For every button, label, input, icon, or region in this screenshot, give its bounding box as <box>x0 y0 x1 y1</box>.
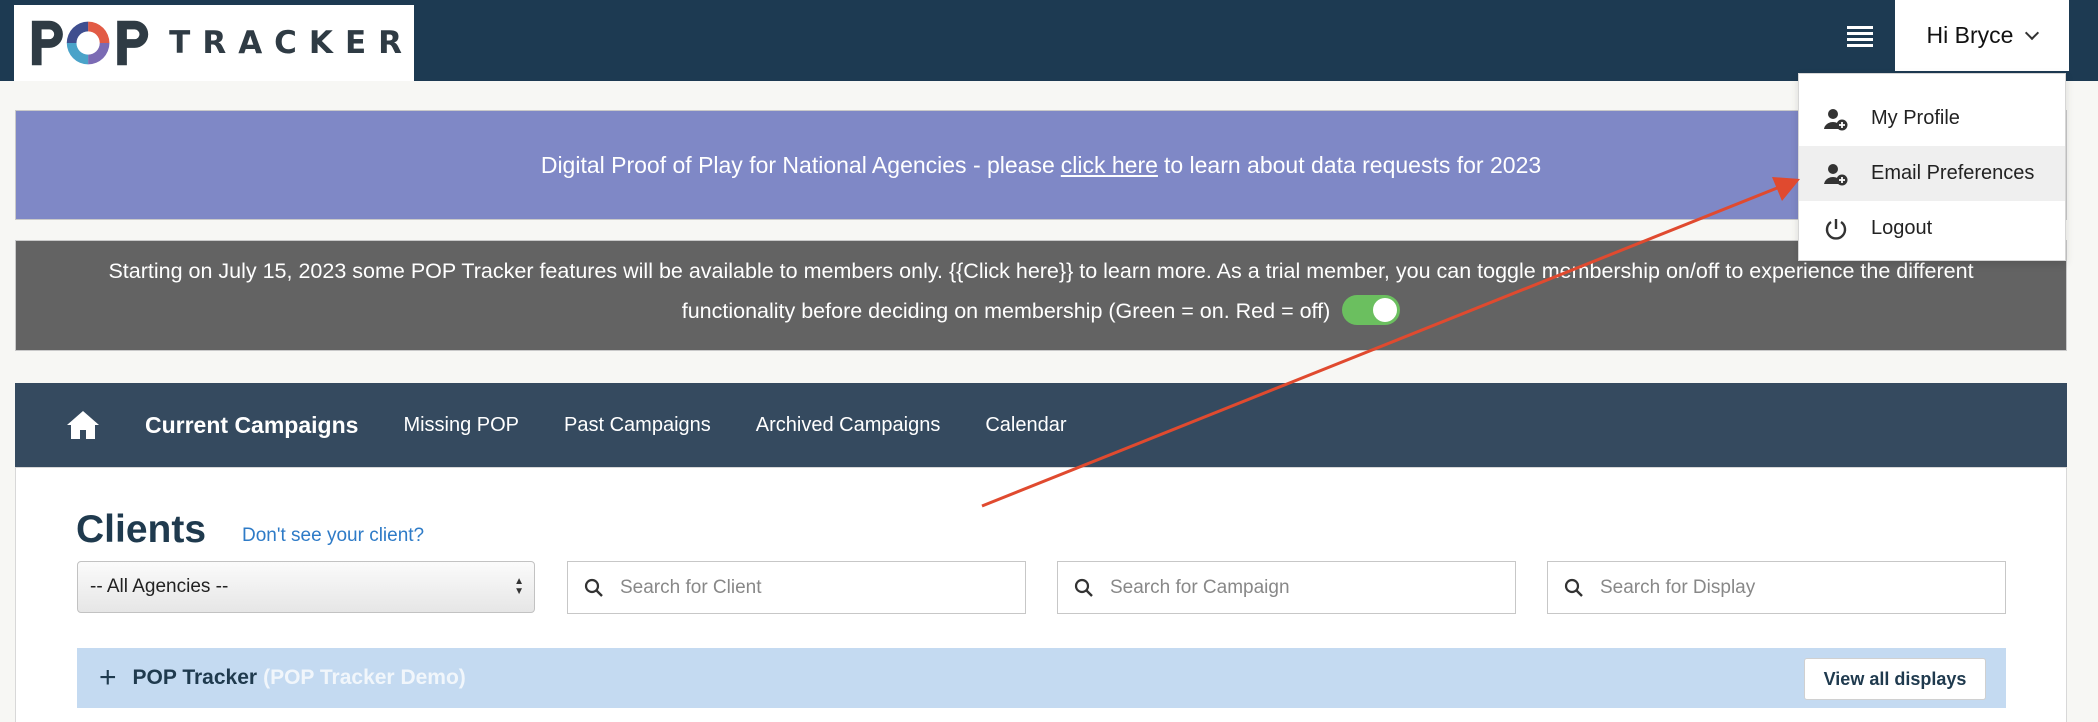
search-display-placeholder: Search for Display <box>1600 576 1756 598</box>
banner-text-before: Digital Proof of Play for National Agenc… <box>540 151 1055 178</box>
search-client-input[interactable]: Search for Client <box>567 561 1026 614</box>
user-plus-icon <box>1823 161 1849 187</box>
search-client-placeholder: Search for Client <box>620 576 762 598</box>
pop-tracker-logo[interactable]: TRACKER <box>14 5 414 81</box>
clients-panel: Clients Don't see your client? -- All Ag… <box>15 467 2067 722</box>
view-all-displays-button[interactable]: View all displays <box>1804 658 1986 700</box>
membership-banner: Starting on July 15, 2023 some POP Track… <box>15 240 2067 351</box>
chevron-down-icon <box>2025 25 2040 40</box>
user-plus-icon <box>1823 106 1849 132</box>
data-request-banner: Digital Proof of Play for National Agenc… <box>15 110 2067 220</box>
tab-current-campaigns[interactable]: Current Campaigns <box>145 412 358 439</box>
user-dropdown-menu: My Profile Email Preferences Logout <box>1798 73 2066 261</box>
logo-tracker-text: TRACKER <box>169 25 414 61</box>
agency-select[interactable]: -- All Agencies -- ▲ ▼ <box>77 561 535 613</box>
tab-past-campaigns[interactable]: Past Campaigns <box>564 414 711 437</box>
membership-toggle[interactable] <box>1342 294 1401 325</box>
tab-archived-campaigns[interactable]: Archived Campaigns <box>756 414 941 437</box>
select-arrows-icon: ▲ ▼ <box>514 576 524 597</box>
agency-select-value: -- All Agencies -- <box>90 576 229 597</box>
search-icon <box>584 578 603 597</box>
tab-missing-pop[interactable]: Missing POP <box>403 414 519 437</box>
search-campaign-placeholder: Search for Campaign <box>1110 576 1290 598</box>
list-menu-icon[interactable] <box>1843 22 1877 54</box>
expand-plus-icon[interactable]: + <box>99 663 117 693</box>
menu-item-label: My Profile <box>1871 107 1960 129</box>
menu-item-label: Email Preferences <box>1871 162 2035 184</box>
user-greeting: Hi Bryce <box>1926 22 2014 48</box>
search-icon <box>1564 578 1583 597</box>
home-icon[interactable] <box>65 407 101 443</box>
menu-item-email-preferences[interactable]: Email Preferences <box>1799 146 2065 201</box>
banner-text-after: to learn about data requests for 2023 <box>1163 151 1542 178</box>
search-icon <box>1074 578 1093 597</box>
pop-logo-mark <box>31 20 149 66</box>
search-display-input[interactable]: Search for Display <box>1547 561 2006 614</box>
membership-text-line2: functionality before deciding on members… <box>681 299 1331 323</box>
main-nav: Current Campaigns Missing POP Past Campa… <box>15 383 2067 467</box>
page-title: Clients <box>76 508 207 551</box>
client-name: POP Tracker <box>132 666 258 689</box>
user-menu-button[interactable]: Hi Bryce <box>1895 0 2069 71</box>
power-icon <box>1823 216 1849 242</box>
toggle-knob <box>1373 297 1398 322</box>
tab-calendar[interactable]: Calendar <box>985 414 1066 437</box>
banner-click-here-link[interactable]: click here <box>1061 152 1158 179</box>
missing-client-link[interactable]: Don't see your client? <box>242 525 424 547</box>
client-subtitle: (POP Tracker Demo) <box>263 666 466 689</box>
menu-item-my-profile[interactable]: My Profile <box>1799 91 2065 146</box>
top-bar: TRACKER Hi Bryce <box>0 0 2098 81</box>
search-campaign-input[interactable]: Search for Campaign <box>1057 561 1516 614</box>
menu-item-logout[interactable]: Logout <box>1799 201 2065 256</box>
client-row: + POP Tracker (POP Tracker Demo) View al… <box>77 648 2006 708</box>
menu-item-label: Logout <box>1871 217 1933 239</box>
membership-text-line1: Starting on July 15, 2023 some POP Track… <box>108 259 1974 283</box>
